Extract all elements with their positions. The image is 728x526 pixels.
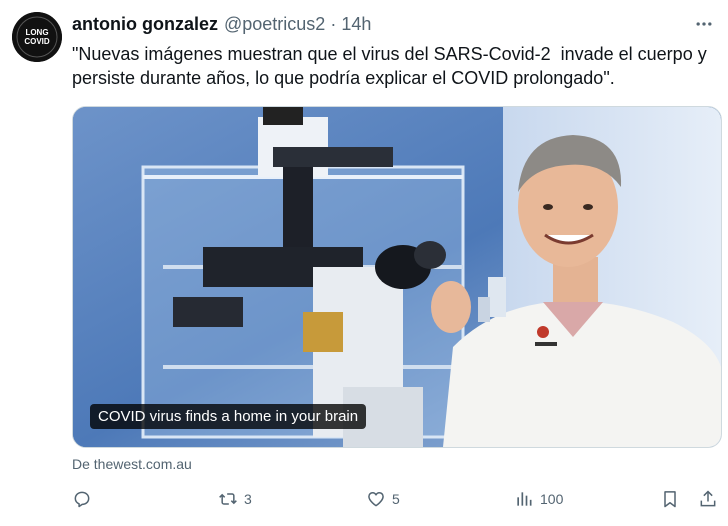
more-button[interactable] [692,12,716,36]
author-name[interactable]: antonio gonzalez [72,14,218,35]
reply-button[interactable] [72,486,92,512]
media-card[interactable]: COVID virus finds a home in your brain [72,106,722,448]
share-button[interactable] [698,486,718,512]
author-handle[interactable]: @poetricus2 [224,14,325,35]
share-icon [700,490,716,507]
separator-dot: · [330,14,337,34]
timestamp[interactable]: 14h [341,14,371,35]
like-count: 5 [392,491,400,507]
link-source[interactable]: De thewest.com.au [72,456,192,472]
retweet-button[interactable]: 3 [218,486,252,512]
news-photo [73,107,721,447]
bookmark-icon [664,491,676,508]
media-caption: COVID virus finds a home in your brain [90,404,367,429]
tweet-text: "Nuevas imágenes muestran que el virus d… [72,44,712,88]
ellipsis-icon [696,22,712,26]
retweet-count: 3 [244,491,252,507]
bookmark-button[interactable] [660,486,680,512]
views-count: 100 [540,491,564,507]
avatar[interactable]: LONG COVID [12,12,62,62]
views-button[interactable]: 100 [514,486,563,512]
avatar-line2: COVID [24,37,50,46]
avatar-line1: LONG [25,28,48,37]
tweet-actions: 3 5 100 [72,486,720,512]
tweet-header: antonio gonzalez @poetricus2 · 14h [72,14,716,36]
heart-icon [368,492,384,507]
retweet-icon [219,493,237,505]
long-covid-logo: LONG COVID [12,12,62,62]
like-button[interactable]: 5 [366,486,400,512]
reply-icon [74,491,90,508]
views-icon [517,492,532,506]
